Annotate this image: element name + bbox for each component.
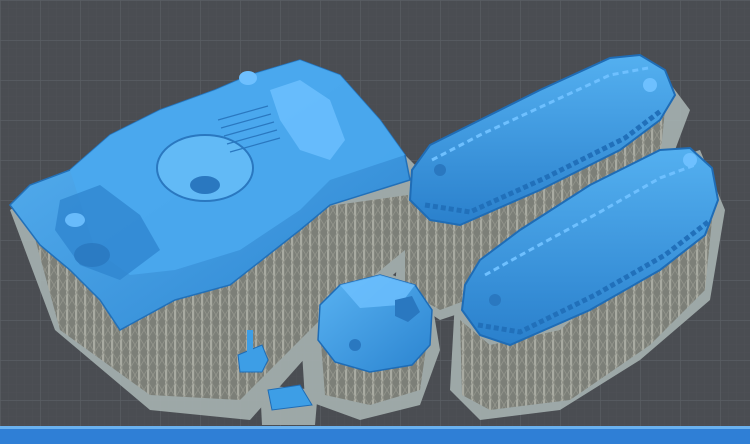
plate-edge-highlight [0,426,750,429]
slicer-scene [0,0,750,444]
turret-model[interactable] [317,274,433,373]
3d-viewport[interactable] [0,0,750,444]
exhaust-cap [239,71,257,85]
